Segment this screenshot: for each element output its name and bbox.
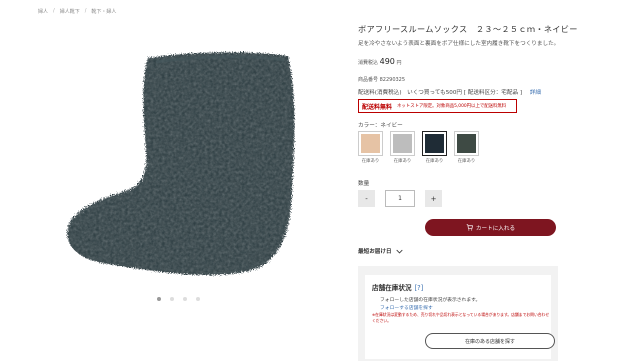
earliest-delivery-label: 最短お届け日: [358, 249, 392, 255]
quantity-minus-button[interactable]: -: [358, 190, 375, 207]
product-image[interactable]: [48, 40, 310, 310]
quantity-stepper: - 1 +: [358, 190, 442, 207]
find-follow-store-link[interactable]: フォローする店舗を探す: [380, 304, 433, 311]
swatch-color: [361, 134, 380, 153]
color-swatches: 在庫あり 在庫あり 在庫あり 在庫あり: [358, 131, 479, 164]
price: 消費税込 490 円: [358, 57, 402, 66]
gallery-dot[interactable]: [170, 297, 174, 301]
swatch-color: [425, 134, 444, 153]
free-shipping-note: ネットストア限定。対象商品5,000円以上で配送料無料: [397, 104, 507, 109]
price-unit: 円: [396, 60, 402, 66]
color-label: カラー：ネイビー: [358, 123, 403, 129]
earliest-delivery-toggle[interactable]: 最短お届け日: [358, 247, 403, 255]
free-shipping-banner: 配送料無料 ネットストア限定。対象商品5,000円以上で配送料無料: [358, 99, 517, 113]
shipping-text: 配送料(消費税込) いくつ買っても500円 [ 配送料区分：宅配品 ]: [358, 90, 523, 96]
store-stock-title: 店舗在庫状況 [?]: [372, 282, 423, 292]
breadcrumb-item[interactable]: 婦人靴下: [60, 8, 80, 15]
quantity-plus-button[interactable]: +: [425, 190, 442, 207]
stock-status: 在庫あり: [393, 159, 412, 164]
quantity-label: 数量: [358, 181, 370, 187]
product-description: 足を冷やさないよう表面と裏面をボア仕様にした室内履き靴下をつくりました。: [358, 41, 560, 47]
store-stock-description: フォローした店舗の在庫状況が表示されます。: [380, 298, 481, 303]
product-title: ボアフリースルームソックス ２３～２５ｃｍ・ネイビー: [358, 24, 578, 34]
breadcrumb: 婦人 / 婦人靴下 / 靴下・婦人: [38, 8, 117, 15]
product-sku: 商品番号 82290325: [358, 77, 406, 83]
cart-icon: [466, 224, 473, 231]
quantity-input[interactable]: 1: [385, 190, 415, 207]
gallery-pagination: [157, 297, 200, 301]
swatch-color: [393, 134, 412, 153]
price-value: 490: [379, 57, 395, 66]
price-label: 消費税込: [358, 60, 379, 66]
color-swatch-dark-green[interactable]: 在庫あり: [454, 131, 479, 164]
color-swatch-gray[interactable]: 在庫あり: [390, 131, 415, 164]
store-stock-panel: 店舗在庫状況 [?] フォローした店舗の在庫状況が表示されます。 フォローする店舗…: [358, 266, 558, 361]
store-stock-card: 店舗在庫状況 [?] フォローした店舗の在庫状況が表示されます。 フォローする店舗…: [365, 275, 555, 359]
gallery-dot[interactable]: [196, 297, 200, 301]
free-shipping-tag: 配送料無料: [362, 103, 393, 111]
stock-status: 在庫あり: [425, 159, 444, 164]
stock-status: 在庫あり: [457, 159, 476, 164]
chevron-down-icon: [395, 249, 403, 253]
swatch-color: [457, 134, 476, 153]
shipping-info: 配送料(消費税込) いくつ買っても500円 [ 配送料区分：宅配品 ] 詳細: [358, 88, 541, 96]
store-stock-heading: 店舗在庫状況: [372, 284, 412, 292]
color-swatch-navy[interactable]: 在庫あり: [422, 131, 447, 164]
store-stock-warning: ※在庫状況は変動するため、売り切れや品切れ表示となっている場合があります。店舗ま…: [372, 312, 550, 323]
color-swatch-beige[interactable]: 在庫あり: [358, 131, 383, 164]
breadcrumb-item[interactable]: 靴下・婦人: [91, 8, 116, 15]
breadcrumb-item[interactable]: 婦人: [38, 8, 48, 15]
find-store-button[interactable]: 在庫のある店舗を探す: [425, 333, 555, 349]
add-to-cart-button[interactable]: カートに入れる: [425, 219, 556, 236]
shipping-detail-link[interactable]: 詳細: [530, 90, 541, 96]
add-to-cart-label: カートに入れる: [475, 225, 516, 232]
stock-status: 在庫あり: [361, 159, 380, 164]
gallery-dot[interactable]: [183, 297, 187, 301]
sock-image: [67, 52, 295, 276]
help-icon[interactable]: [?]: [415, 284, 424, 292]
gallery-dot[interactable]: [157, 297, 161, 301]
